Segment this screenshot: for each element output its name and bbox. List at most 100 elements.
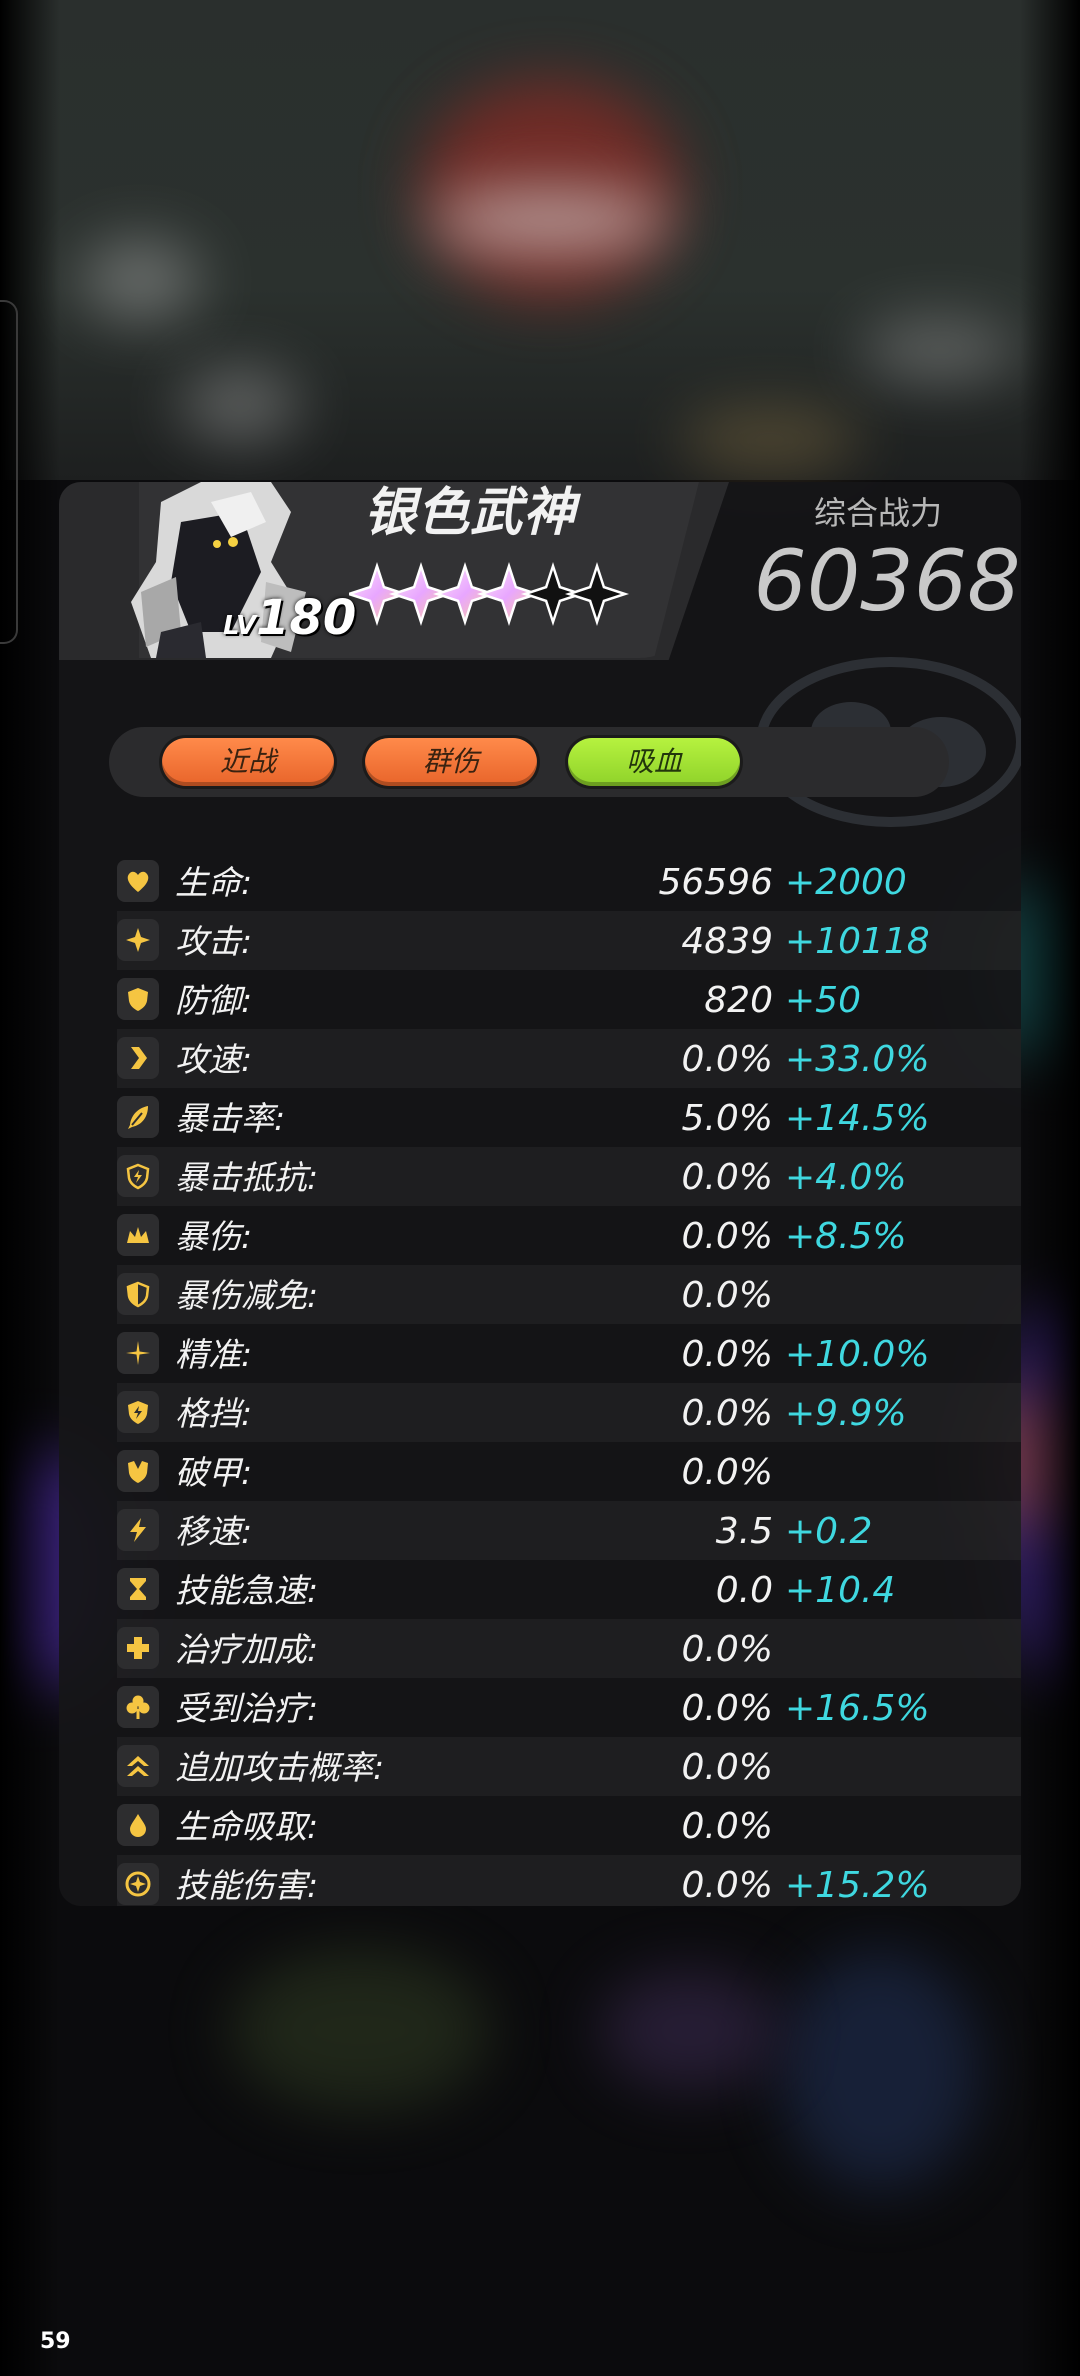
stat-name: 生命: [175, 863, 253, 902]
stat-row: 技能伤害: 0.0% +15.2% [117, 1855, 1021, 1906]
fps-counter: 59 [40, 2329, 71, 2354]
stat-row: 防御: 820 +50 [117, 970, 1021, 1029]
hero-level: LV180 [223, 590, 356, 646]
side-drawer-handle[interactable] [0, 300, 18, 644]
stat-name: 格挡: [175, 1394, 253, 1433]
stat-name: 生命吸取: [175, 1807, 319, 1846]
stat-row: 生命: 56596 +2000 [117, 852, 1021, 911]
tag-melee[interactable]: 近战 [162, 738, 334, 786]
stat-row: 治疗加成: 0.0% [117, 1619, 1021, 1678]
stat-name: 攻击: [175, 922, 253, 961]
stat-row: 受到治疗: 0.0% +16.5% [117, 1678, 1021, 1737]
stat-row: 暴伤减免: 0.0% [117, 1265, 1021, 1324]
stat-row: 攻速: 0.0% +33.0% [117, 1029, 1021, 1088]
stats-list: 生命: 56596 +2000 攻击: 4839 +10118 防御: 820 +50 攻速: 0.… [117, 852, 1021, 1906]
stat-base-value: 0.0% [681, 1216, 773, 1257]
stat-row: 格挡: 0.0% +9.9% [117, 1383, 1021, 1442]
stat-bonus-value: +14.5% [785, 1098, 930, 1139]
stat-name: 精准: [175, 1335, 253, 1374]
stat-base-value: 820 [704, 980, 773, 1021]
star-empty-icon [564, 561, 630, 627]
stat-bonus-value: +0.2 [785, 1511, 873, 1552]
stat-row: 移速: 3.5 +0.2 [117, 1501, 1021, 1560]
chevron-right-icon [117, 1037, 159, 1079]
stat-name: 移速: [175, 1512, 253, 1551]
stat-row: 攻击: 4839 +10118 [117, 911, 1021, 970]
feather-icon [117, 1096, 159, 1138]
shield-bolt-icon [117, 1391, 159, 1433]
stat-base-value: 0.0% [681, 1747, 773, 1788]
stat-bonus-value: +50 [785, 980, 861, 1021]
stat-name: 技能伤害: [175, 1866, 319, 1905]
broken-shield-icon [117, 1450, 159, 1492]
stat-bonus-value: +2000 [785, 862, 907, 903]
stat-bonus-value: +10.4 [785, 1570, 896, 1611]
stat-row: 暴击率: 5.0% +14.5% [117, 1088, 1021, 1147]
stat-name: 受到治疗: [175, 1689, 319, 1728]
crown-icon [117, 1214, 159, 1256]
level-number: 180 [256, 590, 357, 646]
hourglass-icon [117, 1568, 159, 1610]
power-value: 60368 [753, 532, 1021, 630]
stat-row: 精准: 0.0% +10.0% [117, 1324, 1021, 1383]
stat-base-value: 0.0 [715, 1570, 773, 1611]
lightning-icon [117, 1509, 159, 1551]
stat-base-value: 0.0% [681, 1393, 773, 1434]
shield-half-icon [117, 1273, 159, 1315]
stat-base-value: 0.0% [681, 1452, 773, 1493]
stat-name: 暴击率: [175, 1099, 286, 1138]
stat-name: 追加攻击概率: [175, 1748, 385, 1787]
hero-stats-panel: 银色武神 LV180 综合战力 60368 近战 群伤 吸血 生命: 56596 +… [59, 482, 1021, 1906]
stat-name: 暴击抵抗: [175, 1158, 319, 1197]
stat-base-value: 4839 [681, 921, 773, 962]
stat-bonus-value: +9.9% [785, 1393, 907, 1434]
stat-bonus-value: +10118 [785, 921, 930, 962]
stat-base-value: 56596 [658, 862, 773, 903]
sparkle-icon [117, 919, 159, 961]
stat-name: 破甲: [175, 1453, 253, 1492]
stat-base-value: 0.0% [681, 1806, 773, 1847]
stat-base-value: 0.0% [681, 1334, 773, 1375]
stat-row: 技能急速: 0.0 +10.4 [117, 1560, 1021, 1619]
stat-name: 攻速: [175, 1040, 253, 1079]
stat-name: 技能急速: [175, 1571, 319, 1610]
tag-lifesteal[interactable]: 吸血 [568, 738, 740, 786]
stat-bonus-value: +16.5% [785, 1688, 930, 1729]
stat-base-value: 5.0% [681, 1098, 773, 1139]
stat-row: 暴伤: 0.0% +8.5% [117, 1206, 1021, 1265]
stat-base-value: 3.5 [715, 1511, 773, 1552]
right-edge-shadow [1020, 0, 1080, 2376]
stat-row: 破甲: 0.0% [117, 1442, 1021, 1501]
stat-bonus-value: +33.0% [785, 1039, 930, 1080]
stat-base-value: 0.0% [681, 1629, 773, 1670]
clover-icon [117, 1686, 159, 1728]
level-label: LV [223, 611, 257, 641]
plus-icon [117, 1627, 159, 1669]
stat-bonus-value: +10.0% [785, 1334, 930, 1375]
stat-bonus-value: +4.0% [785, 1157, 907, 1198]
double-chevron-up-icon [117, 1745, 159, 1787]
stat-name: 暴伤减免: [175, 1276, 319, 1315]
stat-base-value: 0.0% [681, 1275, 773, 1316]
stat-row: 追加攻击概率: 0.0% [117, 1737, 1021, 1796]
hero-tags-bar: 近战 群伤 吸血 [109, 727, 949, 797]
stat-row: 暴击抵抗: 0.0% +4.0% [117, 1147, 1021, 1206]
power-label: 综合战力 [814, 494, 943, 532]
shield-icon [117, 978, 159, 1020]
stat-name: 暴伤: [175, 1217, 253, 1256]
stat-base-value: 0.0% [681, 1865, 773, 1906]
crosshair-icon [117, 1332, 159, 1374]
stat-name: 防御: [175, 981, 253, 1020]
stat-name: 治疗加成: [175, 1630, 319, 1669]
stat-row: 生命吸取: 0.0% [117, 1796, 1021, 1855]
stat-base-value: 0.0% [681, 1688, 773, 1729]
star-rating [349, 561, 630, 627]
drop-icon [117, 1804, 159, 1846]
star-burst-icon [117, 1863, 159, 1905]
shield-lightning-icon [117, 1155, 159, 1197]
tag-aoe[interactable]: 群伤 [365, 738, 537, 786]
stat-bonus-value: +8.5% [785, 1216, 907, 1257]
stat-bonus-value: +15.2% [785, 1865, 930, 1906]
heart-icon [117, 860, 159, 902]
stat-base-value: 0.0% [681, 1157, 773, 1198]
